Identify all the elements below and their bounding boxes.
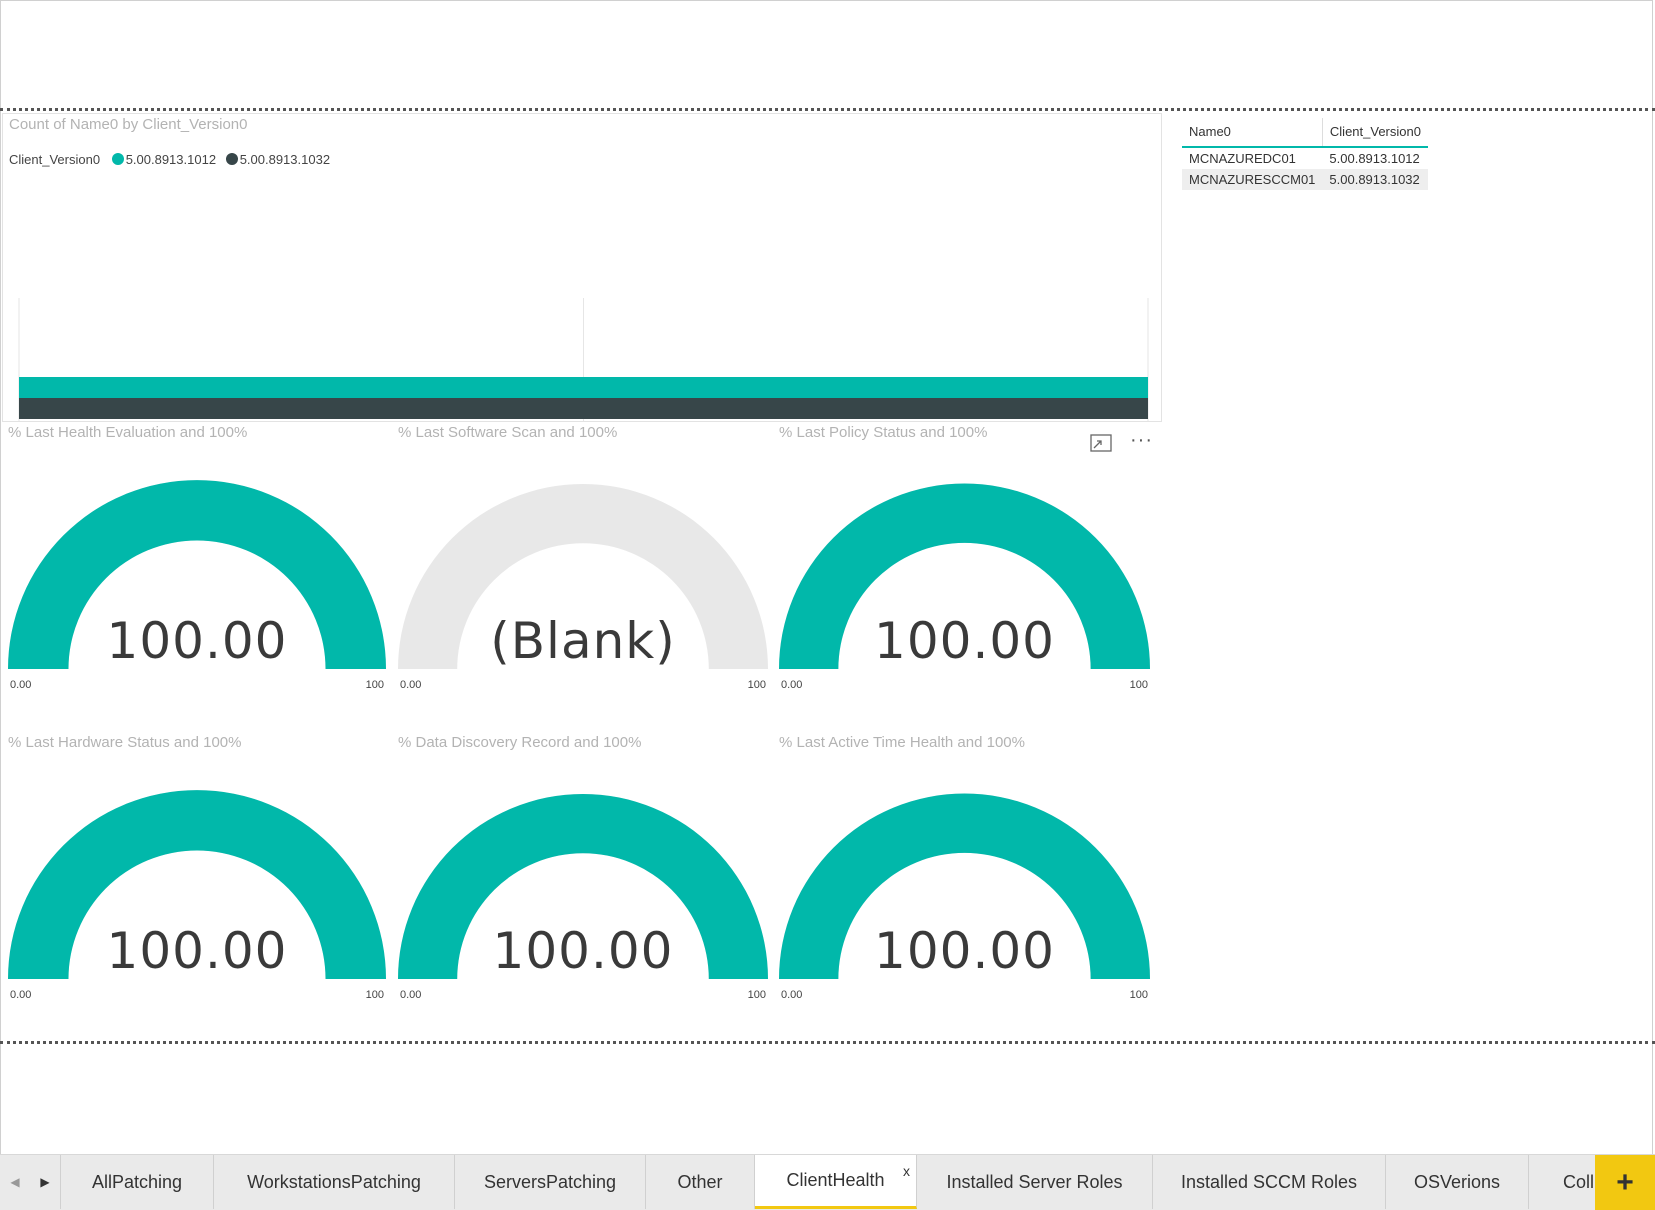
add-page-button[interactable]: + <box>1595 1155 1655 1210</box>
table-header-row: Name0 Client_Version0 <box>1182 118 1428 148</box>
tab-clienthealth[interactable]: ClientHealth x <box>755 1155 917 1209</box>
bar-chart-plot: 0.00.51.0 <box>18 298 1149 421</box>
gauge-visual[interactable]: % Last Policy Status and 100% 100.00 0.00 1… <box>779 424 1150 694</box>
plus-icon: + <box>1616 1165 1634 1199</box>
tab-label: Coll <box>1563 1171 1595 1192</box>
gauge-max-label: 100 <box>1129 679 1148 691</box>
tab-label: ServersPatching <box>483 1171 617 1192</box>
bar-chart-visual[interactable]: Count of Name0 by Client_Version0 Client… <box>2 113 1162 422</box>
tab-label: Other <box>677 1171 723 1192</box>
scroll-tabs-left-button[interactable]: ◀ <box>0 1155 30 1209</box>
tab-serverspatching[interactable]: ServersPatching <box>455 1155 646 1209</box>
gauge-value: 100.00 <box>106 612 288 670</box>
tab-workstationspatching[interactable]: WorkstationsPatching <box>214 1155 455 1209</box>
gauge-max-label: 100 <box>365 679 384 691</box>
table-row[interactable]: MCNAZURESCCM01 5.00.8913.1032 <box>1182 169 1428 190</box>
gauge-min-label: 0.00 <box>781 989 803 1001</box>
gauge-visual[interactable]: % Last Software Scan and 100% (Blank) 0.00… <box>398 424 768 694</box>
gauge-max-label: 100 <box>365 989 384 1001</box>
gauge-value: (Blank) <box>490 612 676 670</box>
gauge-max-label: 100 <box>1129 989 1148 1001</box>
chevron-left-icon: ◀ <box>10 1175 20 1189</box>
table-cell: MCNAZURESCCM01 <box>1182 169 1323 190</box>
table-cell: MCNAZUREDC01 <box>1189 151 1296 166</box>
tab-installed-sccm-roles[interactable]: Installed SCCM Roles <box>1153 1155 1386 1209</box>
tab-label: Installed SCCM Roles <box>1180 1171 1358 1192</box>
page-top-boundary <box>0 108 1655 111</box>
close-tab-icon[interactable]: x <box>903 1163 910 1179</box>
gauge-min-label: 0.00 <box>10 679 32 691</box>
gauge-value: 100.00 <box>492 922 674 980</box>
gauge-visual[interactable]: % Last Hardware Status and 100% 100.00 0.0… <box>8 734 386 1004</box>
column-header-client-version0[interactable]: Client_Version0 <box>1321 118 1428 148</box>
gauge-min-label: 0.00 <box>10 989 32 1001</box>
bar-5.00.8913.1032[interactable] <box>19 398 1148 419</box>
gauge-max-label: 100 <box>747 679 766 691</box>
tab-coll[interactable]: Coll <box>1529 1155 1595 1209</box>
name-version-table[interactable]: Name0 Client_Version0 MCNAZUREDC01 5.00.… <box>1182 118 1428 190</box>
gauge-value: 100.00 <box>874 612 1055 670</box>
tab-label: OSVerions <box>1413 1171 1501 1192</box>
table-row[interactable]: MCNAZUREDC01 5.00.8913.1012 <box>1182 147 1428 169</box>
scroll-tabs-right-button[interactable]: ▶ <box>30 1155 61 1209</box>
page-bottom-boundary <box>0 1041 1655 1044</box>
gauge-max-label: 100 <box>747 989 766 1001</box>
tab-osverions[interactable]: OSVerions <box>1386 1155 1529 1209</box>
tab-installed-server-roles[interactable]: Installed Server Roles <box>917 1155 1153 1209</box>
gauge-visual[interactable]: % Last Active Time Health and 100% 100.00… <box>779 734 1150 1004</box>
table-cell: 5.00.8913.1032 <box>1322 169 1428 190</box>
chevron-right-icon: ▶ <box>40 1175 50 1189</box>
gauge-min-label: 0.00 <box>400 989 422 1001</box>
tab-label: AllPatching <box>91 1171 183 1192</box>
gauge-visual[interactable]: % Last Health Evaluation and 100% 100.00 0… <box>8 424 386 694</box>
tab-label: Installed Server Roles <box>946 1171 1123 1192</box>
tab-allpatching[interactable]: AllPatching <box>61 1155 214 1209</box>
table-cell: 5.00.8913.1012 <box>1329 151 1420 166</box>
gauge-visual[interactable]: % Data Discovery Record and 100% 100.00 0.… <box>398 734 768 1004</box>
column-header-name0[interactable]: Name0 <box>1182 118 1323 148</box>
gauge-min-label: 0.00 <box>400 679 422 691</box>
gauge-value: 100.00 <box>874 922 1055 980</box>
bar-5.00.8913.1012[interactable] <box>19 377 1148 398</box>
tab-label: WorkstationsPatching <box>247 1171 421 1192</box>
page-tab-bar: ◀ ▶ AllPatching WorkstationsPatching Serve… <box>0 1154 1655 1210</box>
tab-other[interactable]: Other <box>646 1155 755 1209</box>
tab-label: ClientHealth <box>786 1170 885 1190</box>
gauge-min-label: 0.00 <box>781 679 803 691</box>
gauge-value: 100.00 <box>106 922 288 980</box>
